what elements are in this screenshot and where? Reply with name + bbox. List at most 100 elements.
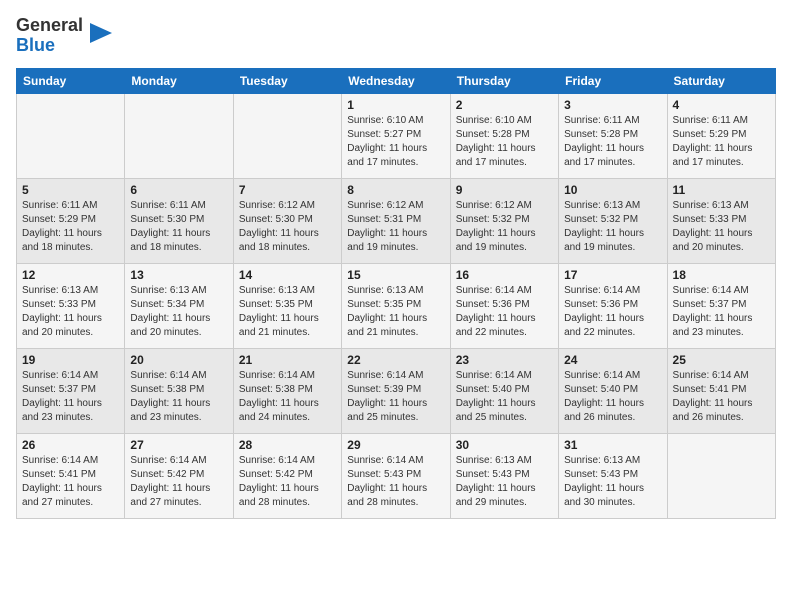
day-info: Sunrise: 6:10 AMSunset: 5:28 PMDaylight:…	[456, 114, 553, 170]
day-info: Sunrise: 6:14 AMSunset: 5:41 PMDaylight:…	[673, 369, 770, 425]
day-number: 14	[239, 268, 336, 282]
day-info: Sunrise: 6:13 AMSunset: 5:34 PMDaylight:…	[130, 284, 227, 340]
calendar-cell: 27 Sunrise: 6:14 AMSunset: 5:42 PMDayligh…	[125, 433, 233, 518]
calendar-cell: 19 Sunrise: 6:14 AMSunset: 5:37 PMDayligh…	[17, 348, 125, 433]
calendar-cell: 24 Sunrise: 6:14 AMSunset: 5:40 PMDayligh…	[559, 348, 667, 433]
day-info: Sunrise: 6:13 AMSunset: 5:33 PMDaylight:…	[22, 284, 119, 340]
day-info: Sunrise: 6:14 AMSunset: 5:41 PMDaylight:…	[22, 454, 119, 510]
day-number: 6	[130, 183, 227, 197]
calendar-cell: 12 Sunrise: 6:13 AMSunset: 5:33 PMDayligh…	[17, 263, 125, 348]
day-number: 11	[673, 183, 770, 197]
logo-general: General	[16, 15, 83, 35]
calendar-cell: 14 Sunrise: 6:13 AMSunset: 5:35 PMDayligh…	[233, 263, 341, 348]
day-info: Sunrise: 6:14 AMSunset: 5:40 PMDaylight:…	[564, 369, 661, 425]
day-header-sunday: Sunday	[17, 68, 125, 93]
day-info: Sunrise: 6:14 AMSunset: 5:42 PMDaylight:…	[130, 454, 227, 510]
day-info: Sunrise: 6:13 AMSunset: 5:33 PMDaylight:…	[673, 199, 770, 255]
day-header-monday: Monday	[125, 68, 233, 93]
calendar-table: SundayMondayTuesdayWednesdayThursdayFrid…	[16, 68, 776, 519]
calendar-body: 1 Sunrise: 6:10 AMSunset: 5:27 PMDaylight…	[17, 93, 776, 518]
calendar-cell: 16 Sunrise: 6:14 AMSunset: 5:36 PMDayligh…	[450, 263, 558, 348]
day-info: Sunrise: 6:12 AMSunset: 5:31 PMDaylight:…	[347, 199, 444, 255]
day-number: 25	[673, 353, 770, 367]
day-header-friday: Friday	[559, 68, 667, 93]
logo-triangle-icon	[90, 23, 112, 51]
day-info: Sunrise: 6:14 AMSunset: 5:37 PMDaylight:…	[22, 369, 119, 425]
day-number: 7	[239, 183, 336, 197]
day-header-tuesday: Tuesday	[233, 68, 341, 93]
day-number: 22	[347, 353, 444, 367]
calendar-cell: 22 Sunrise: 6:14 AMSunset: 5:39 PMDayligh…	[342, 348, 450, 433]
calendar-cell: 30 Sunrise: 6:13 AMSunset: 5:43 PMDayligh…	[450, 433, 558, 518]
day-info: Sunrise: 6:12 AMSunset: 5:32 PMDaylight:…	[456, 199, 553, 255]
day-number: 19	[22, 353, 119, 367]
day-info: Sunrise: 6:13 AMSunset: 5:35 PMDaylight:…	[239, 284, 336, 340]
day-header-wednesday: Wednesday	[342, 68, 450, 93]
day-number: 17	[564, 268, 661, 282]
calendar-header-row: SundayMondayTuesdayWednesdayThursdayFrid…	[17, 68, 776, 93]
day-info: Sunrise: 6:12 AMSunset: 5:30 PMDaylight:…	[239, 199, 336, 255]
day-info: Sunrise: 6:14 AMSunset: 5:39 PMDaylight:…	[347, 369, 444, 425]
day-info: Sunrise: 6:14 AMSunset: 5:38 PMDaylight:…	[239, 369, 336, 425]
calendar-cell: 28Sunrise: 6:14 AMSunset: 5:42 PMDayligh…	[233, 433, 341, 518]
day-info: Sunrise: 6:10 AMSunset: 5:27 PMDaylight:…	[347, 114, 444, 170]
day-number: 9	[456, 183, 553, 197]
logo-wordmark: General Blue	[16, 16, 83, 56]
calendar-cell: 7 Sunrise: 6:12 AMSunset: 5:30 PMDaylight…	[233, 178, 341, 263]
day-number: 29	[347, 438, 444, 452]
day-number: 3	[564, 98, 661, 112]
day-info: Sunrise: 6:14 AMSunset: 5:42 PMDaylight:…	[239, 454, 336, 510]
day-number: 30	[456, 438, 553, 452]
calendar-cell	[233, 93, 341, 178]
calendar-cell: 20 Sunrise: 6:14 AMSunset: 5:38 PMDayligh…	[125, 348, 233, 433]
calendar-cell: 21Sunrise: 6:14 AMSunset: 5:38 PMDayligh…	[233, 348, 341, 433]
day-number: 12	[22, 268, 119, 282]
calendar-week-row: 5Sunrise: 6:11 AMSunset: 5:29 PMDaylight…	[17, 178, 776, 263]
calendar-cell: 8Sunrise: 6:12 AMSunset: 5:31 PMDaylight…	[342, 178, 450, 263]
calendar-cell: 11 Sunrise: 6:13 AMSunset: 5:33 PMDayligh…	[667, 178, 775, 263]
day-info: Sunrise: 6:14 AMSunset: 5:37 PMDaylight:…	[673, 284, 770, 340]
day-number: 16	[456, 268, 553, 282]
calendar-cell	[17, 93, 125, 178]
day-number: 18	[673, 268, 770, 282]
calendar-cell: 4 Sunrise: 6:11 AMSunset: 5:29 PMDaylight…	[667, 93, 775, 178]
day-number: 13	[130, 268, 227, 282]
calendar-week-row: 1 Sunrise: 6:10 AMSunset: 5:27 PMDaylight…	[17, 93, 776, 178]
logo: General Blue	[16, 16, 112, 56]
day-number: 27	[130, 438, 227, 452]
calendar-cell: 6Sunrise: 6:11 AMSunset: 5:30 PMDaylight…	[125, 178, 233, 263]
day-number: 15	[347, 268, 444, 282]
calendar-cell: 31Sunrise: 6:13 AMSunset: 5:43 PMDayligh…	[559, 433, 667, 518]
day-info: Sunrise: 6:14 AMSunset: 5:36 PMDaylight:…	[564, 284, 661, 340]
calendar-week-row: 19 Sunrise: 6:14 AMSunset: 5:37 PMDayligh…	[17, 348, 776, 433]
day-info: Sunrise: 6:11 AMSunset: 5:28 PMDaylight:…	[564, 114, 661, 170]
day-info: Sunrise: 6:13 AMSunset: 5:43 PMDaylight:…	[456, 454, 553, 510]
day-number: 23	[456, 353, 553, 367]
day-info: Sunrise: 6:13 AMSunset: 5:35 PMDaylight:…	[347, 284, 444, 340]
day-number: 10	[564, 183, 661, 197]
day-info: Sunrise: 6:14 AMSunset: 5:36 PMDaylight:…	[456, 284, 553, 340]
calendar-cell: 2Sunrise: 6:10 AMSunset: 5:28 PMDaylight…	[450, 93, 558, 178]
calendar-cell: 15 Sunrise: 6:13 AMSunset: 5:35 PMDayligh…	[342, 263, 450, 348]
day-info: Sunrise: 6:14 AMSunset: 5:43 PMDaylight:…	[347, 454, 444, 510]
day-number: 4	[673, 98, 770, 112]
day-info: Sunrise: 6:13 AMSunset: 5:43 PMDaylight:…	[564, 454, 661, 510]
logo-blue: Blue	[16, 35, 55, 55]
calendar-cell: 9 Sunrise: 6:12 AMSunset: 5:32 PMDaylight…	[450, 178, 558, 263]
calendar-cell: 1 Sunrise: 6:10 AMSunset: 5:27 PMDaylight…	[342, 93, 450, 178]
calendar-cell	[125, 93, 233, 178]
day-info: Sunrise: 6:14 AMSunset: 5:38 PMDaylight:…	[130, 369, 227, 425]
calendar-week-row: 26Sunrise: 6:14 AMSunset: 5:41 PMDayligh…	[17, 433, 776, 518]
day-number: 20	[130, 353, 227, 367]
calendar-cell: 3 Sunrise: 6:11 AMSunset: 5:28 PMDaylight…	[559, 93, 667, 178]
day-info: Sunrise: 6:11 AMSunset: 5:29 PMDaylight:…	[22, 199, 119, 255]
calendar-cell: 5Sunrise: 6:11 AMSunset: 5:29 PMDaylight…	[17, 178, 125, 263]
day-info: Sunrise: 6:11 AMSunset: 5:29 PMDaylight:…	[673, 114, 770, 170]
calendar-cell: 13 Sunrise: 6:13 AMSunset: 5:34 PMDayligh…	[125, 263, 233, 348]
calendar-cell: 10Sunrise: 6:13 AMSunset: 5:32 PMDayligh…	[559, 178, 667, 263]
day-number: 24	[564, 353, 661, 367]
day-header-thursday: Thursday	[450, 68, 558, 93]
calendar-week-row: 12 Sunrise: 6:13 AMSunset: 5:33 PMDayligh…	[17, 263, 776, 348]
day-number: 1	[347, 98, 444, 112]
calendar-cell: 29 Sunrise: 6:14 AMSunset: 5:43 PMDayligh…	[342, 433, 450, 518]
